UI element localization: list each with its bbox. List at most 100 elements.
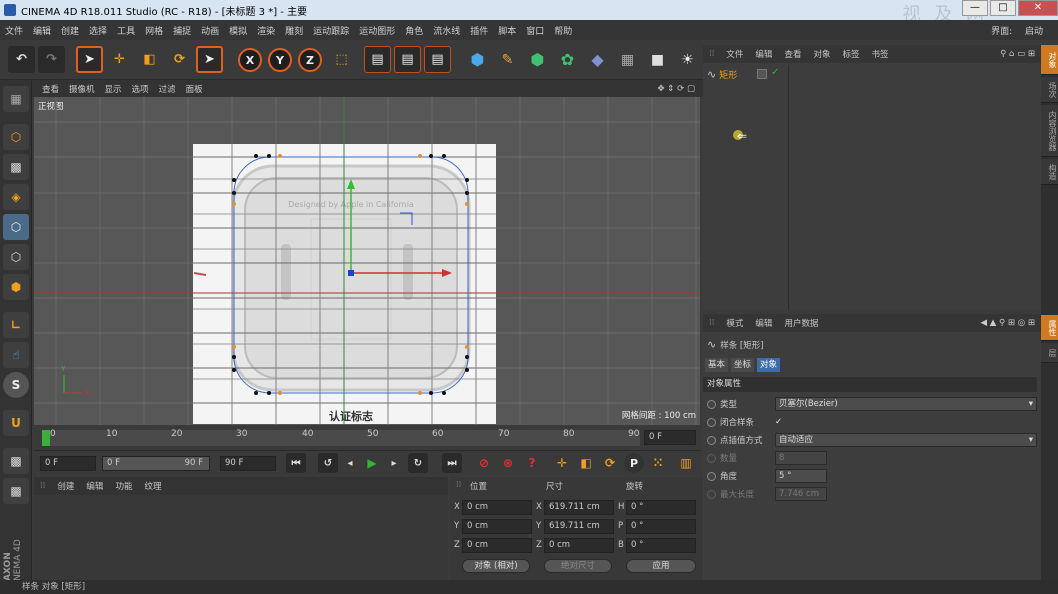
- menu-mograph[interactable]: 运动图形: [359, 24, 395, 37]
- viewport-menu-filter[interactable]: 过滤: [159, 83, 176, 95]
- end-frame-field[interactable]: 90 F: [220, 456, 276, 471]
- attr-nav-icons[interactable]: ◀ ▲ ⚲ ⊞ ◎ ⊞: [981, 318, 1035, 328]
- timeline-ruler[interactable]: [42, 430, 640, 446]
- enabled-check-icon[interactable]: ✓: [771, 67, 779, 78]
- pos-y-field[interactable]: 0 cm: [462, 519, 532, 534]
- key-scale-icon[interactable]: ◧: [576, 453, 596, 473]
- start-frame-field[interactable]: 0 F: [40, 456, 96, 471]
- points-mode-icon[interactable]: ⬡: [3, 214, 29, 240]
- keyframe-selection-icon[interactable]: ?: [522, 453, 542, 473]
- key-pla-icon[interactable]: ⁙: [648, 453, 668, 473]
- tweak-mode-icon[interactable]: ☝: [3, 342, 29, 368]
- tab-structure[interactable]: 构造: [1041, 159, 1058, 185]
- tab-attributes[interactable]: 属性: [1041, 315, 1058, 341]
- rot-p-field[interactable]: 0 °: [626, 519, 696, 534]
- timeline-window-icon[interactable]: ▥: [676, 453, 696, 473]
- material-menu-edit[interactable]: 编辑: [86, 480, 103, 492]
- material-menu-function[interactable]: 功能: [115, 480, 132, 492]
- undo-icon[interactable]: ↶: [8, 46, 35, 73]
- tab-object[interactable]: 对象: [757, 358, 781, 372]
- object-search-icons[interactable]: ⚲ ⌂ ▭ ⊞: [1000, 49, 1035, 59]
- menu-file[interactable]: 文件: [5, 24, 23, 37]
- menu-simulate[interactable]: 模拟: [229, 24, 247, 37]
- material-menu-create[interactable]: 创建: [57, 480, 74, 492]
- key-rotation-icon[interactable]: ⟳: [600, 453, 620, 473]
- light-icon[interactable]: ☀: [674, 46, 701, 73]
- polygons-mode-icon[interactable]: ⬢: [3, 274, 29, 300]
- size-mode-dropdown[interactable]: 绝对尺寸: [544, 559, 612, 573]
- pen-tool-icon[interactable]: ✎: [494, 46, 521, 73]
- menu-create[interactable]: 创建: [61, 24, 79, 37]
- size-x-field[interactable]: 619.711 cm: [544, 500, 614, 515]
- panel-grip-icon[interactable]: ⁞⁞: [40, 481, 45, 491]
- animate-dot[interactable]: [707, 489, 716, 499]
- viewport-menu-camera[interactable]: 摄像机: [69, 83, 95, 95]
- menu-motion-tracking[interactable]: 运动跟踪: [313, 24, 349, 37]
- current-frame-field[interactable]: 0 F: [644, 430, 696, 445]
- cube-icon[interactable]: ⬢: [464, 46, 491, 73]
- menu-script[interactable]: 脚本: [498, 24, 516, 37]
- scale-tool-icon[interactable]: ◧: [136, 46, 163, 73]
- cloner-icon[interactable]: ✿: [554, 46, 581, 73]
- panel-grip-icon[interactable]: ⁞⁞: [709, 49, 714, 59]
- tab-layers[interactable]: 层: [1041, 343, 1058, 363]
- menu-character[interactable]: 角色: [405, 24, 423, 37]
- close-button[interactable]: ✕: [1018, 0, 1058, 16]
- menu-animate[interactable]: 动画: [201, 24, 219, 37]
- menu-pipeline[interactable]: 流水线: [433, 24, 460, 37]
- texture-mode-icon[interactable]: ▩: [3, 154, 29, 180]
- go-to-start-icon[interactable]: ⏮: [286, 453, 306, 473]
- timeline[interactable]: 0 10 20 30 40 50 60 70 80 90 0 F: [34, 426, 700, 450]
- redo-icon[interactable]: ↷: [38, 46, 65, 73]
- object-menu-objects[interactable]: 对象: [813, 48, 830, 60]
- object-menu-bookmarks[interactable]: 书签: [871, 48, 888, 60]
- recent-tool-icon[interactable]: ➤: [196, 46, 223, 73]
- preview-range-slider[interactable]: 0 F 90 F: [102, 456, 210, 471]
- panel-grip-icon[interactable]: ⁞⁞: [456, 480, 461, 490]
- model-mode-icon[interactable]: ⬡: [3, 124, 29, 150]
- animate-dot[interactable]: [707, 435, 716, 445]
- render-view-icon[interactable]: ▤: [364, 46, 391, 73]
- size-y-field[interactable]: 619.711 cm: [544, 519, 614, 534]
- viewport-menu-options[interactable]: 选项: [132, 83, 149, 95]
- tab-content-browser[interactable]: 内容浏览器: [1041, 105, 1058, 157]
- workplane-lock-icon[interactable]: ▩: [3, 448, 29, 474]
- menu-help[interactable]: 帮助: [554, 24, 572, 37]
- minimize-button[interactable]: —: [962, 0, 988, 16]
- animate-dot[interactable]: [707, 417, 716, 427]
- render-picture-viewer-icon[interactable]: ▤: [394, 46, 421, 73]
- angle-field[interactable]: 5 °: [775, 469, 827, 483]
- menu-render[interactable]: 渲染: [257, 24, 275, 37]
- snap-icon[interactable]: S: [3, 372, 29, 398]
- key-parameter-icon[interactable]: P: [624, 453, 644, 473]
- animate-dot[interactable]: [707, 399, 716, 409]
- workplane-icon[interactable]: ◈: [3, 184, 29, 210]
- menu-select[interactable]: 选择: [89, 24, 107, 37]
- live-selection-icon[interactable]: ➤: [76, 46, 103, 73]
- front-viewport[interactable]: 正视图 Designed by Apple in California 认证标志: [34, 97, 700, 425]
- rotate-tool-icon[interactable]: ⟳: [166, 46, 193, 73]
- x-axis-lock-button[interactable]: X: [238, 48, 262, 72]
- maximize-button[interactable]: □: [990, 0, 1016, 16]
- next-frame-icon[interactable]: ▸: [384, 453, 404, 473]
- interpolation-dropdown[interactable]: 自动适应 ▾: [775, 433, 1037, 447]
- deformer-icon[interactable]: ◆: [584, 46, 611, 73]
- viewport-menu-display[interactable]: 显示: [105, 83, 122, 95]
- menu-window[interactable]: 窗口: [526, 24, 544, 37]
- number-field[interactable]: 8: [775, 451, 827, 465]
- viewport-nav-icons[interactable]: ✥ ⇕ ⟳ ▢: [657, 84, 695, 94]
- coordinate-system-icon[interactable]: ⬚: [328, 46, 355, 73]
- previous-frame-icon[interactable]: ◂: [340, 453, 360, 473]
- panel-grip-icon[interactable]: ⁞⁞: [709, 318, 714, 328]
- enable-axis-icon[interactable]: ▩: [3, 478, 29, 504]
- axis-mode-icon[interactable]: ∟: [3, 312, 29, 338]
- menu-plugins[interactable]: 插件: [470, 24, 488, 37]
- autokey-icon[interactable]: ⊛: [498, 453, 518, 473]
- previous-key-icon[interactable]: ↺: [318, 453, 338, 473]
- attr-menu-userdata[interactable]: 用户数据: [784, 317, 818, 329]
- coordinate-mode-dropdown[interactable]: 对象 (相对): [462, 559, 530, 573]
- make-editable-icon[interactable]: ▦: [3, 86, 29, 112]
- object-row-rectangle[interactable]: ∿ 矩形: [707, 67, 737, 81]
- move-tool-icon[interactable]: ✛: [106, 46, 133, 73]
- attr-menu-edit[interactable]: 编辑: [755, 317, 772, 329]
